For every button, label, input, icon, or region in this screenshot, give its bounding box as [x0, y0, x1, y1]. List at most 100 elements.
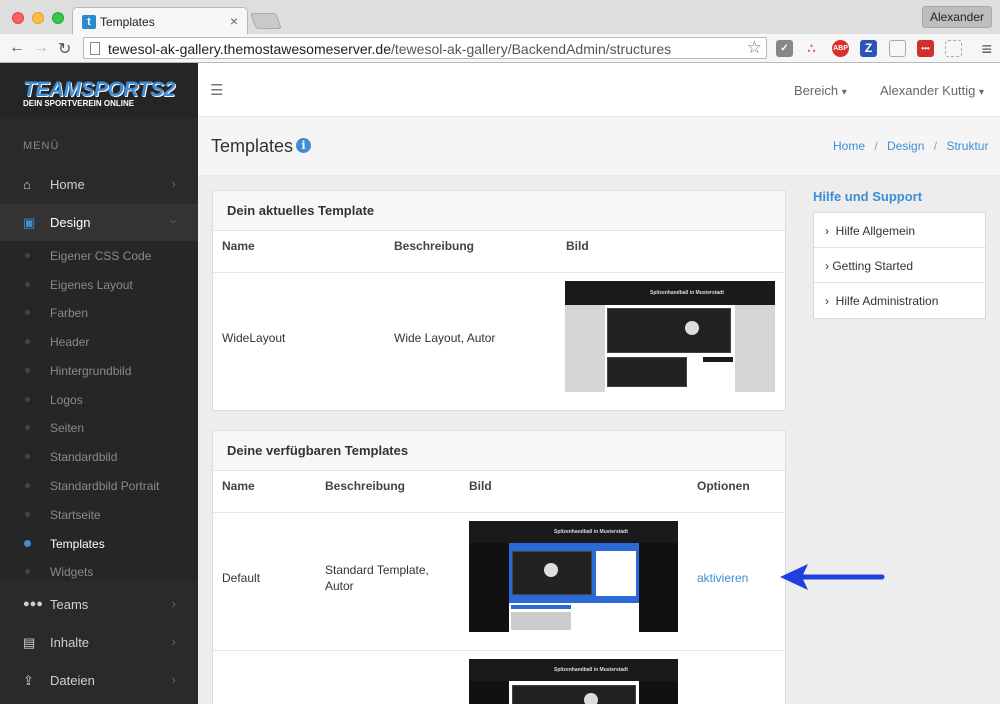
extension-check-icon[interactable]: ✓ [776, 40, 793, 57]
sidebar-subitem[interactable]: Standardbild [0, 442, 198, 471]
available-templates-panel: Deine verfügbaren Templates Name Beschre… [212, 430, 786, 704]
url-path: /tewesol-ak-gallery/BackendAdmin/structu… [390, 41, 672, 57]
sidebar-subitem-label: Farben [50, 306, 89, 320]
aktivieren-link[interactable]: aktivieren [697, 570, 748, 586]
template-description: Standard Template, Autor [325, 562, 429, 594]
support-item-hilfe-administration[interactable]: › Hilfe Administration [814, 283, 985, 318]
support-item-label: Hilfe Allgemein [835, 224, 916, 238]
sidebar-item-teams[interactable]: ●●● Teams › [0, 586, 198, 624]
new-tab-button[interactable] [250, 13, 282, 29]
sidebar-subitem[interactable]: Widgets [0, 557, 198, 586]
sidebar-item-design[interactable]: ▣ Design › [0, 204, 198, 242]
thumb-side [596, 551, 636, 596]
divider [213, 512, 785, 513]
support-item-getting-started[interactable]: › Getting Started [814, 248, 985, 283]
user-name: Alexander Kuttig [880, 83, 976, 98]
maximize-window-button[interactable] [52, 12, 64, 24]
user-dropdown[interactable]: Alexander Kuttig ▾ [880, 83, 984, 98]
sidebar-subitem[interactable]: Standardbild Portrait [0, 471, 198, 500]
bullet-icon [25, 310, 30, 315]
breadcrumb-struktur[interactable]: Struktur [946, 139, 988, 153]
sidebar-subitem[interactable]: Logos [0, 385, 198, 414]
sidebar-item-dateien[interactable]: ⇪ Dateien › [0, 662, 198, 700]
support-list: › Hilfe Allgemein › Getting Started › Hi… [813, 212, 986, 319]
chevron-right-icon: › [171, 672, 176, 687]
bullet-icon [25, 483, 30, 488]
sidebar-subitem[interactable]: Seiten [0, 413, 198, 442]
upload-icon: ⇪ [23, 673, 34, 688]
sidebar-subitem-label: Header [50, 335, 90, 349]
back-arrow-icon[interactable]: ← [9, 39, 25, 57]
thumb-hero [512, 685, 636, 704]
url-text: tewesol-ak-gallery.themostawesomeserver.… [108, 41, 671, 57]
page-title: Templates [211, 136, 294, 156]
sidebar-subitem[interactable]: Startseite [0, 500, 198, 529]
breadcrumb-design[interactable]: Design [887, 139, 924, 153]
bullet-icon [25, 397, 30, 402]
sidebar-subitem-templates[interactable]: Templates [0, 529, 198, 558]
page-header: Templates i Home / Design / Struktur [198, 117, 1000, 176]
panel-header: Deine verfügbaren Templates [213, 431, 785, 471]
template-thumbnail: Spitzenhandball in Musterstadt [565, 281, 775, 392]
picture-icon: ▣ [23, 215, 36, 230]
extension-doc-icon[interactable] [889, 40, 906, 57]
tab-close-icon[interactable]: × [230, 13, 238, 29]
sidebar-item-home[interactable]: ⌂ Home › [0, 166, 198, 204]
address-bar[interactable]: tewesol-ak-gallery.themostawesomeserver.… [83, 37, 767, 59]
profile-button[interactable]: Alexander [921, 6, 992, 28]
support-item-hilfe-allgemein[interactable]: › Hilfe Allgemein [814, 213, 985, 248]
column-header-bild: Bild [566, 239, 589, 253]
favicon-icon: t [82, 15, 96, 29]
bereich-dropdown[interactable]: Bereich ▾ [794, 83, 847, 98]
active-bullet-icon [24, 540, 31, 547]
sidebar-subitem-label: Standardbild Portrait [50, 479, 160, 493]
sidebar-item-inhalte[interactable]: ▤ Inhalte › [0, 624, 198, 662]
sidebar: TEAMSPORTS2 DEIN SPORTVEREIN ONLINE MENÜ… [0, 63, 198, 704]
template-thumbnail: Spitzenhandball in Musterstadt [469, 659, 678, 704]
chevron-right-icon: › [825, 294, 829, 308]
breadcrumb-home[interactable]: Home [833, 139, 865, 153]
extension-z-icon[interactable]: Z [860, 40, 877, 57]
adblock-icon[interactable]: ABP [832, 40, 849, 57]
menu-label: MENÜ [23, 140, 60, 152]
tab-title: Templates [100, 15, 155, 29]
info-icon[interactable]: i [296, 138, 311, 153]
panel-header: Dein aktuelles Template [213, 191, 785, 231]
sidebar-subitem[interactable]: Eigener CSS Code [0, 241, 198, 270]
thumb-hero [607, 308, 731, 353]
thumb-banner-text: Spitzenhandball in Musterstadt [554, 667, 628, 673]
browser-tab[interactable]: t Templates × [72, 7, 248, 34]
bullet-icon [25, 425, 30, 430]
reload-icon[interactable]: ↻ [58, 39, 71, 59]
toggle-sidebar-icon[interactable]: ☰ [210, 81, 223, 99]
close-window-button[interactable] [12, 12, 24, 24]
thumb-lower-band [703, 357, 733, 362]
top-header: ☰ Bereich ▾ Alexander Kuttig ▾ [198, 63, 1000, 117]
current-template-panel: Dein aktuelles Template Name Beschreibun… [212, 190, 786, 411]
sidebar-subitem-label: Standardbild [50, 450, 118, 464]
lastpass-icon[interactable]: ••• [917, 40, 934, 57]
thumb-player-figure [584, 693, 598, 704]
sidebar-subitem[interactable]: Farben [0, 298, 198, 327]
extension-asana-icon[interactable]: ∴ [803, 40, 820, 57]
sidebar-subitem-label: Logos [50, 393, 83, 407]
bereich-label: Bereich [794, 83, 839, 98]
bookmark-star-icon[interactable]: ☆ [747, 38, 762, 58]
browser-titlebar: t Templates × Alexander [0, 0, 1000, 34]
forward-arrow-icon[interactable]: → [33, 39, 49, 57]
browser-menu-icon[interactable]: ≡ [981, 39, 992, 60]
bullet-icon [25, 454, 30, 459]
thumb-player-figure [685, 321, 699, 335]
template-description: Wide Layout, Autor [394, 331, 496, 345]
sidebar-item-label: Inhalte [50, 635, 90, 650]
divider [213, 650, 785, 651]
column-header-beschreibung: Beschreibung [325, 479, 406, 493]
sidebar-subitem[interactable]: Eigenes Layout [0, 270, 198, 299]
logo[interactable]: TEAMSPORTS2 DEIN SPORTVEREIN ONLINE [0, 63, 198, 117]
sidebar-subitem[interactable]: Header [0, 327, 198, 356]
divider [213, 272, 785, 273]
sidebar-subitem-label: Startseite [50, 508, 101, 522]
minimize-window-button[interactable] [32, 12, 44, 24]
sidebar-subitem[interactable]: Hintergrundbild [0, 356, 198, 385]
extension-grid-icon[interactable] [945, 40, 962, 57]
